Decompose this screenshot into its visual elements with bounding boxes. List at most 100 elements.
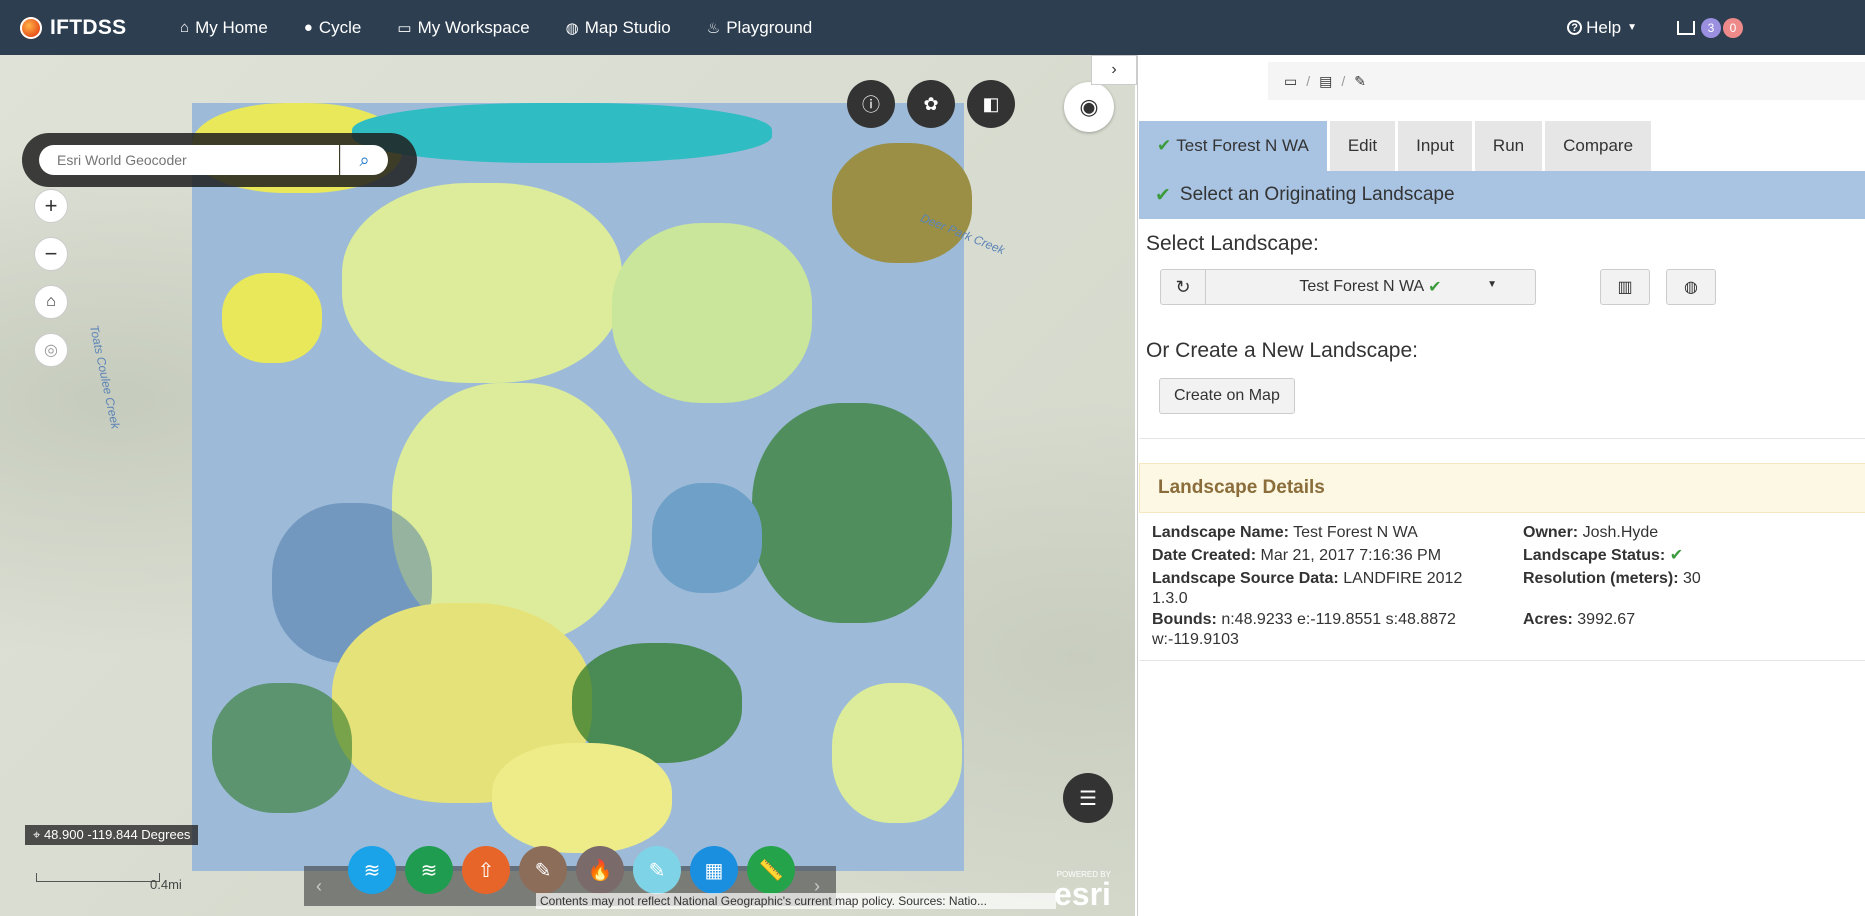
select-landscape-label: Select Landscape: [1146,232,1319,255]
coordinate-readout: ⌖ 48.900 -119.844 Degrees [25,825,199,845]
home-extent-button[interactable]: ⌂ [34,285,68,319]
nav-map-studio[interactable]: ◍ Map Studio [566,18,671,38]
detail-landscape-name: Landscape Name: Test Forest N WA [1152,523,1418,543]
nav-playground[interactable]: ♨ Playground [707,18,812,38]
detail-resolution: Resolution (meters): 30 [1523,569,1701,589]
scale-label: 0.4mi [150,877,182,892]
brand-name: IFTDSS [50,15,127,39]
detail-label: Landscape Source Data: [1152,570,1339,587]
brand[interactable]: IFTDSS [20,16,180,40]
help-label: Help [1586,17,1622,37]
coordinate-value: 48.900 -119.844 Degrees [43,827,191,842]
swipe-compare-icon[interactable]: ◧ [967,80,1015,128]
search-input[interactable] [39,145,339,175]
nav-cycle[interactable]: ● Cycle [304,18,362,38]
search-icon[interactable]: ⌕ [340,145,388,175]
step-title: Select an Originating Landscape [1179,184,1455,205]
zoom-out-button[interactable]: − [34,237,68,271]
layers-tool-icon[interactable]: ≋ [348,846,396,894]
nav-my-home[interactable]: ⌂ My Home [180,18,268,38]
crosshair-icon: ⌖ [33,827,41,842]
detail-label: Bounds: [1152,611,1217,628]
tab-compare[interactable]: Compare [1545,121,1652,171]
detail-source-data: Landscape Source Data: LANDFIRE 2012 1.3… [1152,569,1492,609]
details-header: Landscape Details [1139,463,1865,513]
home-icon: ⌂ [180,19,190,36]
tab-edit[interactable]: Edit [1329,121,1396,171]
globe-icon[interactable]: ◍ [1666,269,1716,305]
info-icon[interactable]: ⓘ [847,80,895,128]
workflow-tabs: ✔ Test Forest N WA Edit Input Run Compar… [1139,121,1654,171]
nav-label: Map Studio [584,17,671,37]
refresh-icon[interactable]: ↻ [1160,269,1206,305]
detail-value: Josh.Hyde [1582,524,1659,541]
notifications[interactable]: 3 0 [1677,17,1743,38]
landscape-selector: ↻ Test Forest N WA ✔ ▼ [1160,269,1536,305]
tab-label: Input [1416,136,1454,155]
raster-patch [652,483,762,593]
detail-label: Resolution (meters): [1523,570,1679,587]
fire-tool-icon[interactable]: 🔥 [576,846,624,894]
pencil-icon[interactable]: ✎ [1354,73,1366,90]
detail-acres: Acres: 3992.67 [1523,610,1635,630]
raster-patch [492,743,672,853]
create-on-map-button[interactable]: Create on Map [1159,378,1295,414]
tab-label: Compare [1563,136,1634,155]
esri-wordmark: esri [1054,876,1111,912]
check-icon: ✔ [1428,279,1442,296]
chevron-right-icon: › [1111,61,1117,78]
document-icon[interactable]: ▤ [1319,73,1332,90]
zoom-in-button[interactable]: + [34,189,68,223]
detail-value: Test Forest N WA [1293,524,1418,541]
nav-label: Cycle [318,17,362,37]
help-menu[interactable]: ? Help ▼ [1567,18,1637,38]
detail-value: 3992.67 [1577,611,1636,628]
window-icon[interactable]: ▭ [1284,73,1297,90]
edit-tool-icon[interactable]: ✎ [519,846,567,894]
carousel-prev-icon[interactable]: ‹ [316,876,322,897]
tab-label: Edit [1347,136,1378,155]
attribute-table-icon[interactable]: ☰ [1063,773,1113,823]
tab-input[interactable]: Input [1398,121,1472,171]
detail-date-created: Date Created: Mar 21, 2017 7:16:36 PM [1152,546,1441,566]
expand-map-button[interactable]: › [1091,55,1137,85]
eye-icon[interactable]: ◉ [1064,82,1114,132]
nav-label: My Workspace [417,17,530,37]
tab-landscape[interactable]: ✔ Test Forest N WA [1139,121,1327,171]
measure-tool-icon[interactable]: 📏 [747,846,795,894]
chart-icon[interactable]: ▥ [1600,269,1650,305]
add-layers-tool-icon[interactable]: ≋ [405,846,453,894]
marker-tool-icon[interactable]: ✎ [633,846,681,894]
caret-down-icon: ▼ [1627,22,1637,33]
raster-patch [832,683,962,823]
landscape-dropdown[interactable]: Test Forest N WA ✔ ▼ [1206,269,1536,305]
create-landscape-label: Or Create a New Landscape: [1146,339,1418,362]
raster-patch [612,223,812,403]
inbox-icon [1677,20,1695,35]
detail-value: n:48.9233 e:-119.8551 s:48.8872 [1221,611,1456,628]
question-icon: ? [1567,20,1583,35]
nav-label: Playground [726,17,813,37]
notification-badge: 3 [1701,17,1721,38]
raster-patch [342,183,622,383]
palette-icon[interactable]: ✿ [907,80,955,128]
upload-tool-icon[interactable]: ⇧ [462,846,510,894]
raster-patch [212,683,352,813]
globe-icon: ◍ [565,19,579,37]
detail-status: Landscape Status: ✔ [1523,546,1683,566]
tab-run[interactable]: Run [1474,121,1543,171]
right-panel: ▭ / ▤ / ✎ ✔ Test Forest N WA Edit Input Ru… [1137,55,1865,916]
top-navbar: IFTDSS ⌂ My Home ● Cycle ▭ My Workspace … [0,0,1865,55]
check-icon: ✔ [1669,547,1684,564]
detail-owner: Owner: Josh.Hyde [1523,523,1658,543]
esri-logo[interactable]: POWERED BY esri [1054,870,1111,912]
map-view[interactable]: Toats Coulee Creek Deer Park Creek ⌕ + −… [0,55,1135,916]
locate-button[interactable]: ◎ [34,333,68,367]
grid-tool-icon[interactable]: ▦ [690,846,738,894]
detail-value: w:-119.9103 [1152,631,1239,648]
nav-my-workspace[interactable]: ▭ My Workspace [397,18,529,38]
selected-landscape: Test Forest N WA [1299,278,1425,295]
step-header[interactable]: ✔ Select an Originating Landscape [1139,171,1865,219]
check-icon: ✔ [1157,136,1172,155]
nav-right: ? Help ▼ 3 0 [1567,0,1865,55]
